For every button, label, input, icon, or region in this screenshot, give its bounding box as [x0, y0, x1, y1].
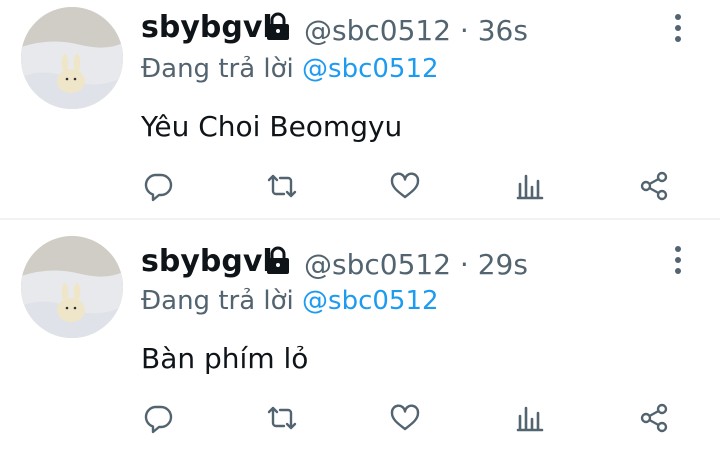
- share-icon: [640, 171, 668, 201]
- timestamp[interactable]: 36s: [478, 14, 528, 47]
- share-button[interactable]: [634, 166, 674, 206]
- views-icon: [516, 174, 544, 200]
- reply-button[interactable]: [138, 398, 178, 438]
- share-button[interactable]: [634, 398, 674, 438]
- mention-link[interactable]: @sbc0512: [302, 54, 439, 84]
- reply-button[interactable]: [138, 166, 178, 206]
- handle-and-time: @sbc0512 · 29s: [304, 248, 528, 281]
- views-button[interactable]: [510, 166, 550, 206]
- tweet-text: Bàn phím lỏ: [141, 342, 309, 375]
- retweet-icon: [267, 174, 297, 198]
- more-options-icon[interactable]: [668, 244, 688, 276]
- replying-prefix: Đang trả lời: [141, 286, 294, 316]
- retweet-button[interactable]: [262, 166, 302, 206]
- like-button[interactable]: [385, 166, 425, 206]
- timestamp[interactable]: 29s: [478, 248, 528, 281]
- views-icon: [516, 406, 544, 432]
- like-icon: [390, 404, 420, 431]
- more-options-icon[interactable]: [668, 12, 688, 44]
- retweet-button[interactable]: [262, 398, 302, 438]
- replying-to: Đang trả lời @sbc0512: [141, 286, 439, 316]
- replying-prefix: Đang trả lời: [141, 54, 294, 84]
- avatar[interactable]: [21, 236, 123, 338]
- like-icon: [390, 172, 420, 199]
- reply-icon: [144, 173, 173, 202]
- handle[interactable]: @sbc0512: [304, 248, 451, 281]
- handle[interactable]: @sbc0512: [304, 14, 451, 47]
- tweet[interactable]: sbybgvl @sbc0512 · 36s Đang trả lời @sbc…: [0, 0, 720, 219]
- avatar[interactable]: [21, 7, 123, 109]
- action-bar: [0, 166, 720, 206]
- handle-and-time: @sbc0512 · 36s: [304, 14, 528, 47]
- avatar-image: [21, 7, 123, 109]
- separator: ·: [459, 14, 469, 47]
- reply-icon: [144, 405, 173, 434]
- avatar-image: [21, 236, 123, 338]
- lock-icon: [267, 12, 289, 40]
- mention-link[interactable]: @sbc0512: [302, 286, 439, 316]
- action-bar: [0, 398, 720, 438]
- views-button[interactable]: [510, 398, 550, 438]
- display-name[interactable]: sbybgvl: [141, 244, 273, 279]
- tweet[interactable]: sbybgvl @sbc0512 · 29s Đang trả lời @sbc…: [0, 220, 720, 451]
- retweet-icon: [267, 406, 297, 430]
- lock-icon: [267, 246, 289, 274]
- share-icon: [640, 403, 668, 433]
- replying-to: Đang trả lời @sbc0512: [141, 54, 439, 84]
- separator: ·: [459, 248, 469, 281]
- display-name[interactable]: sbybgvl: [141, 10, 273, 45]
- tweet-text: Yêu Choi Beomgyu: [141, 110, 403, 143]
- like-button[interactable]: [385, 398, 425, 438]
